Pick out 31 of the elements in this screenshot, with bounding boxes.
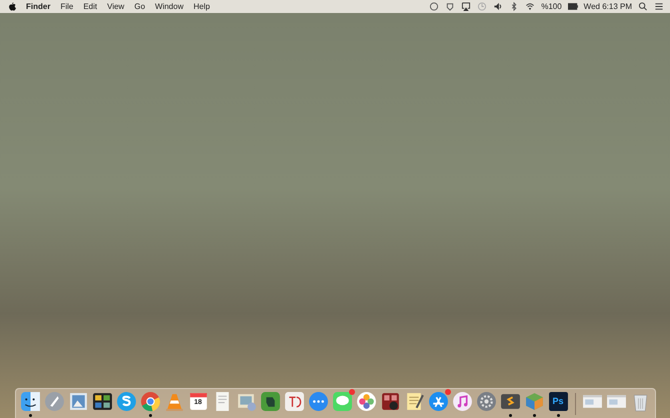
menu-item[interactable]: Help	[193, 2, 210, 11]
shield-icon[interactable]	[445, 2, 456, 11]
menu-item[interactable]: Finder	[26, 2, 50, 11]
music-note-icon[interactable]	[452, 391, 472, 412]
message-bubble-icon[interactable]	[308, 391, 328, 412]
browser-icon[interactable]	[140, 391, 160, 412]
search-icon[interactable]	[638, 2, 648, 11]
traffic-cone-icon[interactable]	[164, 391, 184, 412]
photoshop-icon[interactable]: Ps	[548, 391, 568, 412]
panels-icon[interactable]	[92, 391, 112, 412]
menu-icon[interactable]	[654, 2, 664, 11]
wifi-icon[interactable]	[525, 2, 536, 11]
circle-icon[interactable]	[429, 2, 440, 11]
finder-icon[interactable]	[20, 391, 40, 412]
clock[interactable]: Wed 6:13 PM	[584, 2, 632, 11]
flower-icon[interactable]	[356, 391, 376, 412]
volume-icon[interactable]	[493, 2, 504, 11]
menu-item[interactable]: Window	[155, 2, 184, 11]
speech-bubbles-icon[interactable]	[332, 391, 352, 412]
airplay-icon[interactable]	[461, 2, 472, 11]
menu-item[interactable]: Edit	[83, 2, 98, 11]
code-editor-icon[interactable]	[500, 391, 520, 412]
bluetooth-icon[interactable]	[509, 2, 520, 11]
app-store-icon[interactable]	[428, 391, 448, 412]
apple-icon[interactable]	[8, 2, 16, 11]
menu-item[interactable]: View	[107, 2, 124, 11]
battery-percentage[interactable]: %100	[541, 2, 562, 11]
settings-icon[interactable]	[476, 391, 496, 412]
menu-item[interactable]: Go	[134, 2, 146, 11]
battery-icon[interactable]	[568, 2, 578, 11]
menu-item[interactable]: File	[60, 2, 74, 11]
